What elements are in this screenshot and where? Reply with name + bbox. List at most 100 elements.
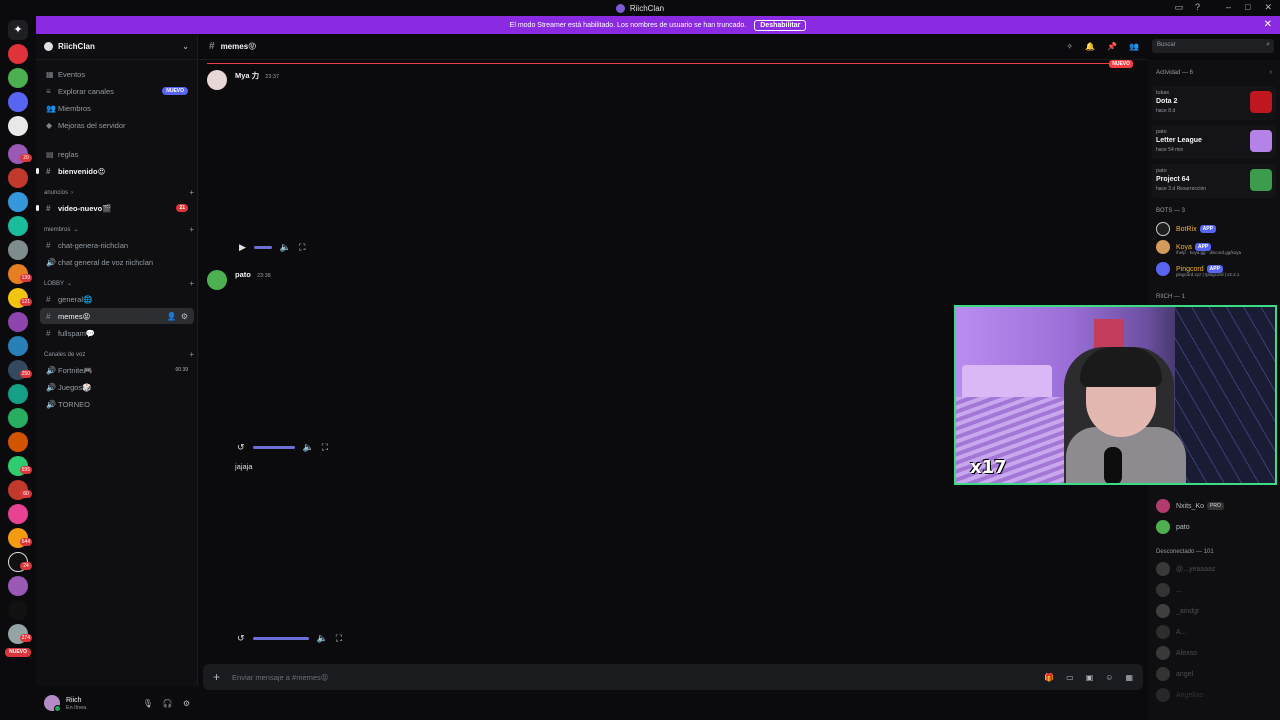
gear-icon[interactable]: ⚙ — [181, 312, 188, 321]
category-miembros[interactable]: miembros ⌄ + — [44, 225, 194, 234]
pin-icon[interactable]: 📌 — [1107, 42, 1117, 51]
gift-icon[interactable]: 🎁 — [1044, 673, 1054, 682]
server-icon[interactable] — [8, 336, 28, 356]
chevron-right-icon[interactable]: › — [1270, 69, 1272, 76]
server-header[interactable]: RiichClan ⌄ — [36, 34, 197, 60]
category-voz[interactable]: Canales de voz + — [44, 350, 194, 359]
server-icon[interactable] — [8, 240, 28, 260]
server-icon[interactable] — [8, 432, 28, 452]
server-icon[interactable] — [8, 168, 28, 188]
gear-icon[interactable]: ⚙ — [183, 699, 190, 708]
member-item[interactable]: _aindgr — [1156, 602, 1276, 620]
member-item[interactable]: Nxits_Ko PRO — [1156, 497, 1276, 515]
gif-icon[interactable]: ▭ — [1066, 673, 1074, 682]
avatar[interactable] — [207, 270, 227, 290]
member-item[interactable]: Pingcord APP pingcord.xyz | !pingcord | v2… — [1156, 260, 1276, 278]
fullscreen-icon[interactable]: ⛶ — [336, 633, 342, 644]
channel-chat-genera[interactable]: # chat-genera-riichclan — [40, 237, 194, 253]
help-icon[interactable]: ? — [1195, 2, 1200, 13]
avatar[interactable] — [207, 70, 227, 90]
replay-icon[interactable]: ↺ — [237, 442, 245, 453]
member-item[interactable]: Alexso — [1156, 644, 1276, 662]
server-icon[interactable] — [8, 312, 28, 332]
chevron-down-icon[interactable]: ⌄ — [182, 42, 189, 51]
threads-icon[interactable]: ✧ — [1066, 42, 1073, 51]
category-lobby[interactable]: LOBBY ⌄ + — [44, 279, 194, 288]
channel-fullspam[interactable]: # fullspam💬 — [40, 325, 194, 341]
member-item[interactable]: Koya APP/help · koya.gg · discord.gg/koya — [1156, 238, 1276, 256]
voice-channel-juegos[interactable]: 🔊 Juegos🎲 — [40, 379, 194, 395]
close-window-icon[interactable]: ✕ — [1264, 2, 1272, 13]
channel-memes[interactable]: # memes😝 👤 ⚙ — [40, 308, 194, 324]
server-icon[interactable] — [8, 192, 28, 212]
disable-streamer-button[interactable]: Deshabilitar — [754, 19, 807, 31]
invite-icon[interactable]: 👤 — [167, 312, 177, 321]
server-icon[interactable] — [8, 576, 28, 596]
fullscreen-icon[interactable]: ⛶ — [299, 242, 305, 253]
add-attachment-icon[interactable]: + — [213, 670, 220, 684]
close-icon[interactable]: ✕ — [1264, 19, 1272, 30]
headphones-icon[interactable]: 🎧 — [163, 699, 173, 708]
add-channel-icon[interactable]: + — [189, 279, 194, 288]
apps-icon[interactable]: ▦ — [1125, 673, 1133, 682]
volume-icon[interactable]: 🔈 — [317, 633, 328, 644]
sidebar-item-browse-channels[interactable]: ≡ Explorar canales NUEVO — [40, 83, 194, 99]
message-author[interactable]: Mya 力 23:37 — [235, 70, 279, 81]
voice-channel-fortnite[interactable]: 🔊 Fortnite🎮 00 39 — [40, 362, 194, 378]
member-item[interactable]: ... — [1156, 581, 1276, 599]
server-icon[interactable] — [8, 504, 28, 524]
fullscreen-icon[interactable]: ⛶ — [322, 442, 328, 453]
message-author[interactable]: pato 23:38 — [235, 270, 271, 279]
sidebar-item-events[interactable]: ▦ Eventos — [40, 66, 194, 82]
member-item[interactable]: A... — [1156, 623, 1276, 641]
activity-card[interactable]: tukax Dota 2 hace 8 d — [1152, 86, 1276, 120]
volume-icon[interactable]: 🔈 — [280, 242, 291, 253]
member-item[interactable]: Angellao — [1156, 686, 1276, 704]
server-icon[interactable] — [8, 92, 28, 112]
volume-slider[interactable] — [253, 246, 272, 249]
member-item[interactable]: @...yeaaaaz — [1156, 560, 1276, 578]
server-icon[interactable] — [8, 600, 28, 620]
voice-channel-general[interactable]: 🔊 chat general de voz riichclan — [40, 254, 194, 270]
channel-video-nuevo[interactable]: # video-nuevo🎬 21 — [36, 200, 194, 216]
add-channel-icon[interactable]: + — [189, 225, 194, 234]
minimize-icon[interactable]: – — [1226, 2, 1231, 13]
search-input[interactable]: Buscar ⌕ — [1152, 39, 1274, 53]
sidebar-item-server-boost[interactable]: ◆ Mejoras del servidor — [40, 117, 194, 133]
member-item[interactable]: angel — [1156, 665, 1276, 683]
server-icon[interactable] — [8, 68, 28, 88]
channel-general[interactable]: # general🌐 — [40, 291, 194, 307]
avatar[interactable] — [44, 695, 61, 712]
channel-reglas[interactable]: ▤ reglas — [40, 146, 194, 162]
sidebar-item-members[interactable]: 👥 Miembros — [40, 100, 194, 116]
activity-card[interactable]: pato Project 64 hace 3 d Resurrección — [1152, 164, 1276, 198]
add-channel-icon[interactable]: + — [189, 350, 194, 359]
emoji-icon[interactable]: ☺ — [1105, 673, 1113, 682]
volume-slider[interactable] — [252, 446, 295, 449]
volume-slider[interactable] — [252, 637, 309, 640]
person-hair — [1080, 347, 1162, 387]
server-icon[interactable] — [8, 44, 28, 64]
message-composer[interactable]: + Enviar mensaje a #memes😝 🎁 ▭ ▣ ☺ ▦ — [203, 664, 1143, 690]
microphone-icon[interactable]: 🎙 — [143, 699, 153, 708]
voice-channel-torneo[interactable]: 🔊 TORNEO — [40, 396, 194, 412]
play-icon[interactable]: ▶ — [239, 242, 246, 253]
server-icon[interactable] — [8, 216, 28, 236]
members-toggle-icon[interactable]: 👥 — [1129, 42, 1139, 51]
screen-icon[interactable]: ▭ — [1174, 2, 1183, 13]
add-channel-icon[interactable]: + — [189, 188, 194, 197]
server-icon[interactable] — [8, 408, 28, 428]
server-icon[interactable] — [8, 116, 28, 136]
replay-icon[interactable]: ↺ — [237, 633, 245, 644]
bell-icon[interactable]: 🔔 — [1085, 42, 1095, 51]
maximize-icon[interactable]: □ — [1245, 2, 1250, 13]
server-icon[interactable] — [8, 384, 28, 404]
member-item[interactable]: BotRix APP — [1156, 220, 1276, 238]
member-item[interactable]: pato — [1156, 518, 1276, 536]
activity-card[interactable]: pato Letter League hace 54 min — [1152, 125, 1276, 159]
sticker-icon[interactable]: ▣ — [1086, 673, 1094, 682]
volume-icon[interactable]: 🔈 — [303, 442, 314, 453]
discord-home-icon[interactable]: ✦ — [8, 20, 28, 40]
category-anuncios[interactable]: anuncios › + — [44, 188, 194, 197]
channel-bienvenido[interactable]: # bienvenido😍 — [36, 163, 194, 179]
